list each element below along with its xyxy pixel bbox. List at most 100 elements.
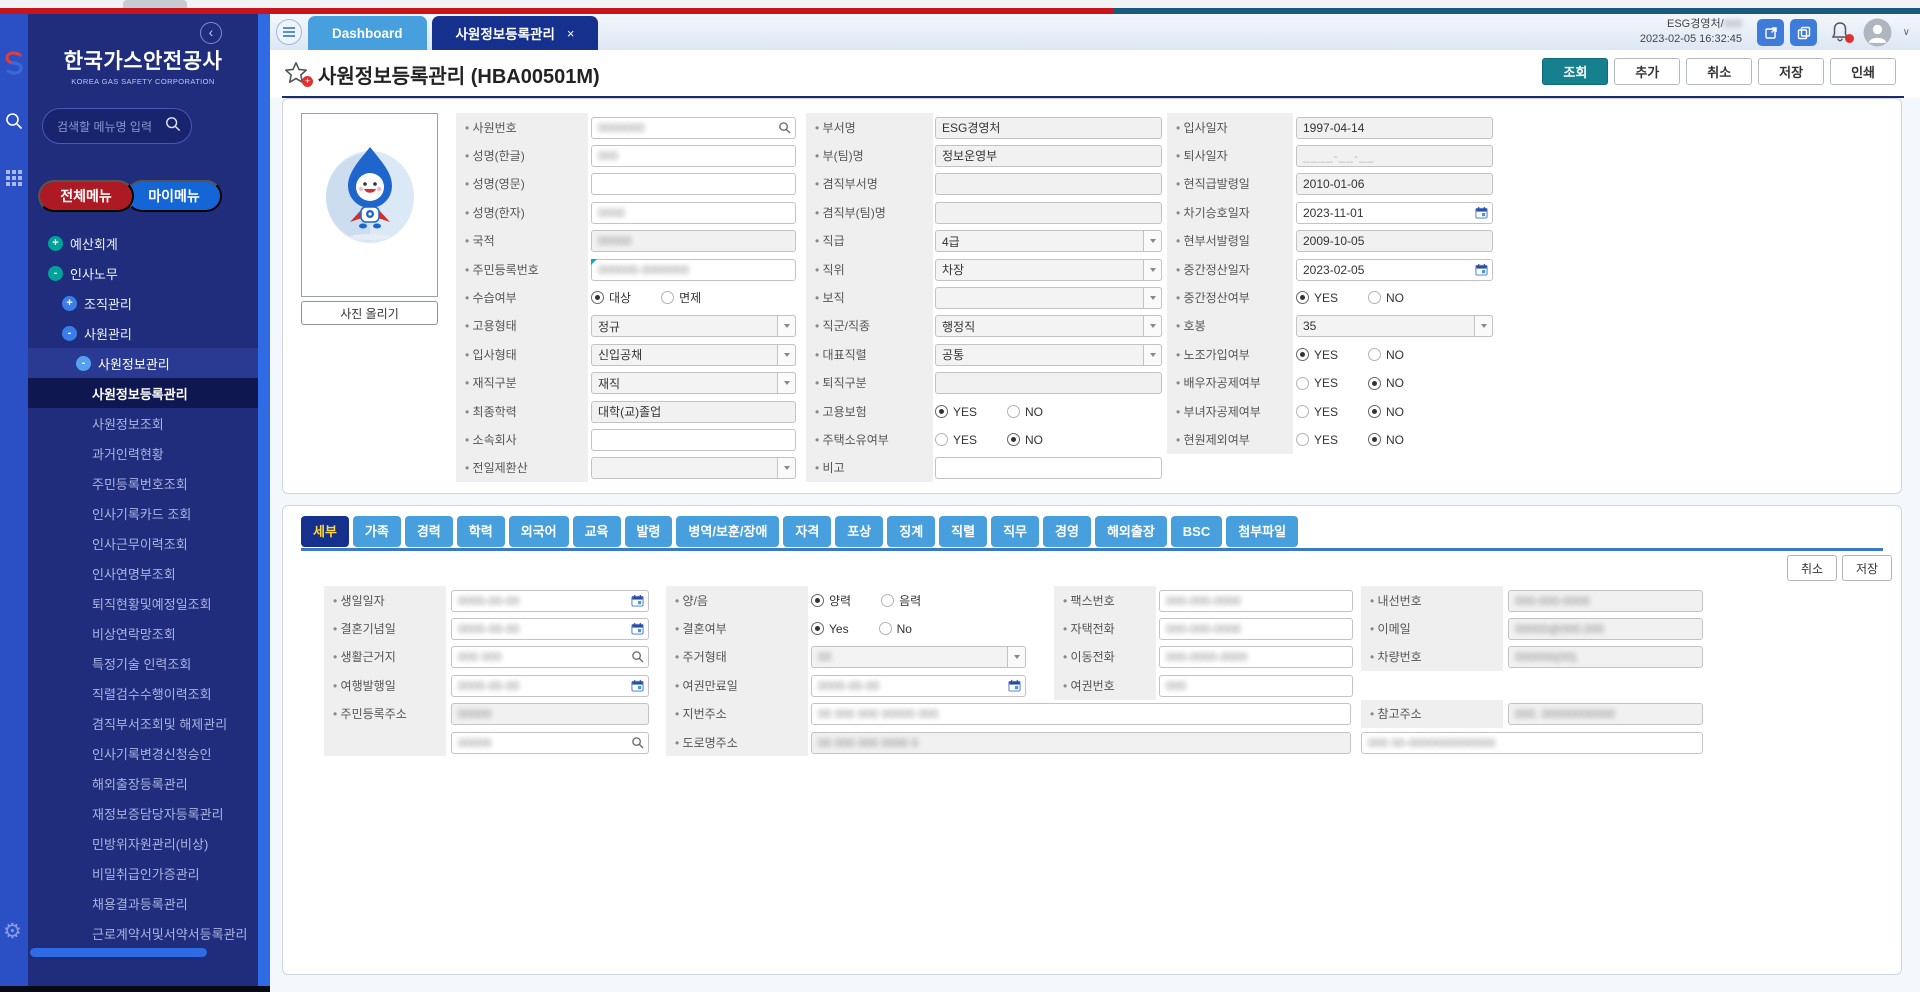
sidebar-horizontal-scrollbar[interactable] <box>30 948 207 957</box>
radio-unselected-icon[interactable] <box>1296 405 1309 418</box>
sidebar-item[interactable]: 민방위자원관리(비상) <box>28 828 258 858</box>
radio-option[interactable]: NO <box>1007 405 1043 419</box>
action-button[interactable]: 취소 <box>1686 58 1752 85</box>
sidebar-item[interactable]: +조직관리 <box>28 288 258 318</box>
apps-grid-icon[interactable] <box>4 170 24 191</box>
calendar-icon[interactable] <box>1008 679 1021 695</box>
chevron-down-icon[interactable] <box>777 344 796 366</box>
radio-selected-icon[interactable] <box>1296 348 1309 361</box>
sidebar-item[interactable]: 인사연명부조회 <box>28 558 258 588</box>
radio-unselected-icon[interactable] <box>1296 377 1309 390</box>
text-input[interactable]: 000 <box>591 145 796 167</box>
notification-bell-icon[interactable] <box>1830 21 1854 45</box>
radio-option[interactable]: 대상 <box>591 289 631 306</box>
date-input[interactable]: 0000-00-00 <box>451 675 649 697</box>
radio-option[interactable]: YES <box>1296 376 1338 390</box>
radio-selected-icon[interactable] <box>811 622 824 635</box>
sidebar-item[interactable]: 인사근무이력조회 <box>28 528 258 558</box>
text-input[interactable] <box>591 173 796 195</box>
radio-unselected-icon[interactable] <box>1368 291 1381 304</box>
radio-selected-icon[interactable] <box>935 405 948 418</box>
sidebar-item[interactable]: 비상연락망조회 <box>28 618 258 648</box>
hamburger-menu-icon[interactable] <box>276 19 302 45</box>
collapse-minus-icon[interactable]: - <box>62 326 77 341</box>
search-icon[interactable] <box>165 116 181 137</box>
chevron-down-icon[interactable] <box>1143 344 1162 366</box>
radio-unselected-icon[interactable] <box>879 622 892 635</box>
sidebar-item[interactable]: -사원관리 <box>28 318 258 348</box>
radio-option[interactable]: NO <box>1007 433 1043 447</box>
radio-unselected-icon[interactable] <box>1368 348 1381 361</box>
radio-selected-icon[interactable] <box>591 291 604 304</box>
action-button[interactable]: 저장 <box>1758 58 1824 85</box>
sidebar-item[interactable]: 인사기록카드 조회 <box>28 498 258 528</box>
search-input[interactable]: 0000000 <box>591 117 796 139</box>
search-input[interactable]: 00000 <box>451 732 649 754</box>
action-button[interactable]: 인쇄 <box>1830 58 1896 85</box>
sidebar-item[interactable]: 주민등록번호조회 <box>28 468 258 498</box>
radio-unselected-icon[interactable] <box>935 433 948 446</box>
search-icon[interactable] <box>778 121 791 137</box>
select-input[interactable] <box>935 287 1162 309</box>
text-input[interactable]: 000-0000-0000 <box>1159 646 1353 668</box>
chevron-down-icon[interactable] <box>1143 230 1162 252</box>
radio-selected-icon[interactable] <box>1368 377 1381 390</box>
menu-search-input[interactable]: 검색할 메뉴명 입력 <box>42 108 192 144</box>
radio-unselected-icon[interactable] <box>881 594 894 607</box>
sidebar-item[interactable]: 근로계약서및서약서등록관리 <box>28 918 258 948</box>
sidebar-item[interactable]: +예산회계 <box>28 228 258 258</box>
avatar[interactable] <box>1863 18 1892 47</box>
chevron-down-icon[interactable] <box>1143 259 1162 281</box>
tab-inactive[interactable]: Dashboard <box>308 16 427 50</box>
calendar-icon[interactable] <box>631 594 644 610</box>
chevron-down-icon[interactable] <box>1143 315 1162 337</box>
sidebar-collapse-button[interactable]: ‹ <box>200 22 222 44</box>
radio-option[interactable]: No <box>879 622 912 636</box>
text-input[interactable]: 00 000 000 00000 000 <box>811 703 1351 725</box>
radio-unselected-icon[interactable] <box>1007 405 1020 418</box>
radio-option[interactable]: NO <box>1368 348 1404 362</box>
select-input[interactable]: 4급 <box>935 230 1162 252</box>
date-input[interactable]: 2023-02-05 <box>1296 259 1493 281</box>
calendar-icon[interactable] <box>1475 206 1488 222</box>
chevron-down-icon[interactable]: ∨ <box>1903 27 1910 38</box>
radio-unselected-icon[interactable] <box>1296 433 1309 446</box>
my-menu-button[interactable]: 마이메뉴 <box>126 180 222 212</box>
copy-window-button[interactable] <box>1790 19 1817 46</box>
sidebar-item[interactable]: 재정보증담당자등록관리 <box>28 798 258 828</box>
tab-active[interactable]: 사원정보등록관리× <box>432 16 599 50</box>
sidebar-vertical-scrollbar[interactable] <box>258 14 270 986</box>
sidebar-item[interactable]: -인사노무 <box>28 258 258 288</box>
select-input[interactable] <box>591 457 796 479</box>
radio-option[interactable]: YES <box>1296 348 1338 362</box>
text-input[interactable]: 000000-0000000 <box>591 259 796 281</box>
close-icon[interactable]: × <box>567 26 575 41</box>
text-input[interactable]: 000 <box>1159 675 1353 697</box>
chevron-down-icon[interactable] <box>777 457 796 479</box>
date-input[interactable]: 0000-00-00 <box>451 590 649 612</box>
search-button[interactable]: 조회 <box>1542 58 1608 85</box>
select-input[interactable]: 공통 <box>935 344 1162 366</box>
search-icon[interactable] <box>631 650 644 666</box>
text-input[interactable]: 000 00-0000000000000 <box>1361 732 1703 754</box>
chevron-down-icon[interactable] <box>1474 315 1493 337</box>
radio-option[interactable]: YES <box>1296 405 1338 419</box>
radio-option[interactable]: YES <box>1296 291 1338 305</box>
radio-selected-icon[interactable] <box>811 594 824 607</box>
date-input[interactable]: 0000-00-00 <box>451 618 649 640</box>
sidebar-item[interactable]: 겸직부서조회및 해제관리 <box>28 708 258 738</box>
collapse-minus-icon[interactable]: - <box>76 356 91 371</box>
radio-option[interactable]: NO <box>1368 433 1404 447</box>
radio-selected-icon[interactable] <box>1007 433 1020 446</box>
radio-option[interactable]: Yes <box>811 622 849 636</box>
calendar-icon[interactable] <box>631 679 644 695</box>
all-menu-button[interactable]: 전체메뉴 <box>38 180 134 212</box>
sidebar-item[interactable]: 특정기술 인력조회 <box>28 648 258 678</box>
favorite-star-icon[interactable]: + <box>284 61 310 85</box>
select-input[interactable]: 행정직 <box>935 315 1162 337</box>
chevron-down-icon[interactable] <box>1143 287 1162 309</box>
sidebar-item[interactable]: 해외출장등록관리 <box>28 768 258 798</box>
date-input[interactable]: 2023-11-01 <box>1296 202 1493 224</box>
open-window-button[interactable] <box>1757 19 1784 46</box>
text-input[interactable] <box>591 429 796 451</box>
